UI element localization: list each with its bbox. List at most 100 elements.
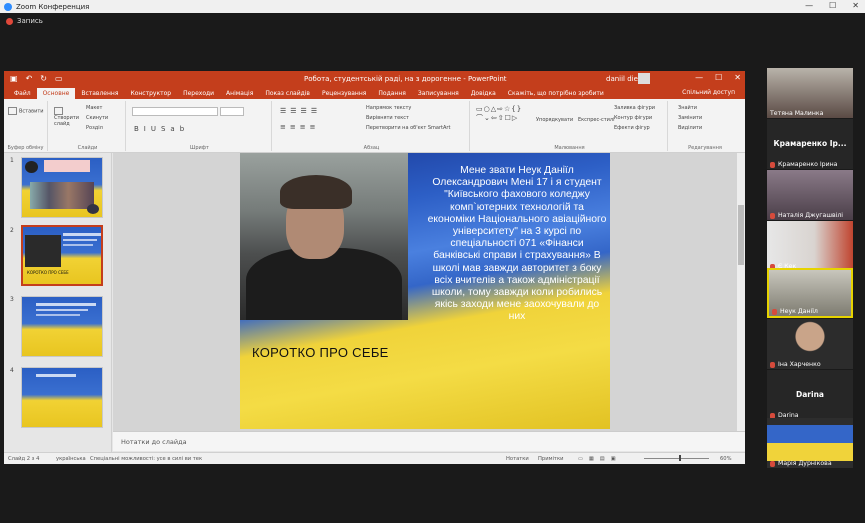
list-buttons[interactable]: ☰☰☰☰ bbox=[280, 107, 321, 115]
notes-pane[interactable]: Нотатки до слайда bbox=[113, 431, 745, 451]
muted-mic-icon bbox=[770, 460, 775, 467]
tab-help[interactable]: Довідка bbox=[465, 90, 502, 99]
text-direction-button[interactable]: Напрямок тексту bbox=[366, 105, 411, 111]
tab-file[interactable]: Файл bbox=[8, 90, 37, 99]
participant-name-text: Тетяна Малинка bbox=[770, 110, 824, 117]
undo-icon[interactable]: ↶ bbox=[26, 74, 33, 83]
save-icon[interactable]: ▣ bbox=[10, 74, 18, 83]
tab-design[interactable]: Конструктор bbox=[124, 90, 177, 99]
participant-tile[interactable]: Є Кек bbox=[767, 221, 853, 271]
quick-access-toolbar: ▣ ↶ ↻ ▭ bbox=[10, 74, 63, 83]
ppt-minimize-button[interactable]: — bbox=[695, 73, 703, 82]
minimize-button[interactable]: — bbox=[805, 1, 813, 10]
muted-mic-icon bbox=[770, 161, 775, 168]
select-button[interactable]: Виділити bbox=[678, 125, 702, 131]
participant-tile-active[interactable]: Неук Даніїл bbox=[767, 268, 853, 318]
zoom-logo-icon bbox=[4, 2, 12, 11]
accessibility-status[interactable]: Спеціальні можливості: усе в силі ви тек bbox=[90, 456, 202, 462]
language-indicator[interactable]: українська bbox=[56, 456, 86, 462]
tab-transitions[interactable]: Переходи bbox=[177, 90, 220, 99]
student-photo[interactable] bbox=[240, 153, 408, 320]
group-editing: Знайти Замінити Виділити Редагування bbox=[670, 101, 740, 151]
user-avatar[interactable] bbox=[638, 73, 650, 84]
shape-effects-button[interactable]: Ефекти фігур bbox=[614, 125, 650, 131]
layout-button[interactable]: Макет bbox=[86, 105, 102, 111]
powerpoint-window: ▣ ↶ ↻ ▭ Робота, студентській раді, на з … bbox=[4, 71, 745, 464]
slide-caption[interactable]: КОРОТКО ПРО СЕБЕ bbox=[252, 345, 389, 360]
convert-smartart-button[interactable]: Перетворити на об'єкт SmartArt bbox=[366, 125, 450, 131]
redo-icon[interactable]: ↻ bbox=[40, 74, 47, 83]
slideshow-icon[interactable]: ▭ bbox=[55, 74, 63, 83]
current-slide[interactable]: КОРОТКО ПРО СЕБЕ Мене звати Неук Даніїл … bbox=[240, 153, 610, 429]
new-slide-icon bbox=[54, 107, 63, 115]
group-label-font: Шрифт bbox=[190, 145, 209, 151]
notes-toggle-button[interactable]: Нотатки bbox=[506, 456, 529, 462]
zoom-level[interactable]: 60% bbox=[720, 456, 732, 462]
shape-fill-button[interactable]: Заливка фігури bbox=[614, 105, 655, 111]
quick-styles-button[interactable]: Експрес-стилі bbox=[578, 117, 615, 123]
tab-review[interactable]: Рецензування bbox=[316, 90, 372, 99]
participant-tile[interactable]: Іна Харченко bbox=[767, 319, 853, 369]
shapes-gallery[interactable]: ▭○△⇨☆{} ⌒⌄⇦⇧☐▷ bbox=[476, 105, 522, 123]
align-buttons[interactable]: ≡≡≡≡ bbox=[280, 123, 319, 131]
slide-thumbnail-3[interactable] bbox=[21, 296, 103, 357]
slide-thumbnails-pane[interactable]: 1 2 КОРОТКО ПРО СЕБЕ 3 4 bbox=[4, 153, 112, 455]
muted-mic-icon bbox=[772, 308, 777, 315]
tab-recording[interactable]: Записування bbox=[412, 90, 465, 99]
slide-editor[interactable]: КОРОТКО ПРО СЕБЕ Мене звати Неук Даніїл … bbox=[113, 153, 745, 437]
tab-view[interactable]: Подання bbox=[372, 90, 411, 99]
zoom-window-title: Zoom Конференция bbox=[16, 2, 90, 11]
participant-name: Наталія Джугашвілі bbox=[770, 212, 843, 219]
tab-insert[interactable]: Вставлення bbox=[75, 90, 124, 99]
arrange-button[interactable]: Упорядкувати bbox=[536, 117, 573, 123]
zoom-slider-knob[interactable] bbox=[679, 455, 681, 461]
participant-tile[interactable]: Марія Дурнікова bbox=[767, 418, 853, 468]
participant-tile[interactable]: Darina Darina bbox=[767, 370, 853, 420]
thumb-number: 2 bbox=[10, 227, 14, 234]
thumb-text-line bbox=[36, 314, 80, 316]
slide-counter: Слайд 2 з 4 bbox=[8, 456, 40, 462]
replace-button[interactable]: Замінити bbox=[678, 115, 702, 121]
share-button[interactable]: Спільний доступ bbox=[682, 89, 735, 96]
tab-slideshow[interactable]: Показ слайдів bbox=[259, 90, 316, 99]
close-button[interactable]: ✕ bbox=[852, 1, 859, 10]
participant-name: Іна Харченко bbox=[770, 361, 821, 368]
ppt-close-button[interactable]: ✕ bbox=[734, 73, 741, 82]
ppt-maximize-button[interactable]: ☐ bbox=[715, 73, 722, 82]
zoom-slider-track[interactable] bbox=[644, 458, 709, 459]
tab-animations[interactable]: Анімація bbox=[220, 90, 259, 99]
participant-tile[interactable]: Наталія Джугашвілі bbox=[767, 170, 853, 220]
shape-outline-button[interactable]: Контур фігури bbox=[614, 115, 652, 121]
maximize-button[interactable]: ☐ bbox=[829, 1, 836, 10]
font-name-box[interactable] bbox=[132, 107, 218, 116]
paste-button[interactable]: Вставити bbox=[8, 107, 44, 115]
slide-bio-text[interactable]: Мене звати Неук Даніїл Олександрович Мен… bbox=[426, 165, 608, 324]
tell-me-search[interactable]: Скажіть, що потрібно зробити bbox=[502, 90, 610, 99]
view-buttons[interactable]: ▭▦▤▣ bbox=[578, 456, 622, 462]
scroll-thumb[interactable] bbox=[738, 205, 744, 265]
vertical-scrollbar[interactable] bbox=[737, 153, 745, 437]
find-button[interactable]: Знайти bbox=[678, 105, 697, 111]
participant-tile[interactable]: Крамаренко Ір... Крамаренко Ірина bbox=[767, 119, 853, 169]
paste-icon bbox=[8, 107, 17, 115]
font-style-buttons[interactable]: BIUSab bbox=[134, 125, 189, 133]
thumb-title-box bbox=[44, 160, 90, 172]
zoom-title-bar: Zoom Конференция — ☐ ✕ bbox=[0, 0, 865, 13]
recording-label[interactable]: Запись bbox=[17, 17, 43, 25]
slide-thumbnail-2[interactable]: КОРОТКО ПРО СЕБЕ bbox=[21, 225, 103, 286]
reset-button[interactable]: Скинути bbox=[86, 115, 108, 121]
slide-thumbnail-1[interactable] bbox=[21, 157, 103, 218]
align-text-button[interactable]: Вирівняти текст bbox=[366, 115, 409, 121]
section-button[interactable]: Розділ bbox=[86, 125, 103, 131]
new-slide-button[interactable]: Створити слайд bbox=[54, 107, 80, 127]
group-slides: Створити слайд Макет Скинути Розділ Слай… bbox=[50, 101, 126, 151]
muted-mic-icon bbox=[770, 212, 775, 219]
comments-toggle-button[interactable]: Примітки bbox=[538, 456, 563, 462]
thumb-number: 3 bbox=[10, 296, 14, 303]
font-size-box[interactable] bbox=[220, 107, 244, 116]
tab-home[interactable]: Основне bbox=[36, 88, 76, 99]
participant-tile[interactable]: Тетяна Малинка bbox=[767, 68, 853, 118]
zoom-window-controls: — ☐ ✕ bbox=[805, 1, 859, 10]
slide-thumbnail-4[interactable] bbox=[21, 367, 103, 428]
participant-name: Неук Даніїл bbox=[772, 308, 818, 315]
